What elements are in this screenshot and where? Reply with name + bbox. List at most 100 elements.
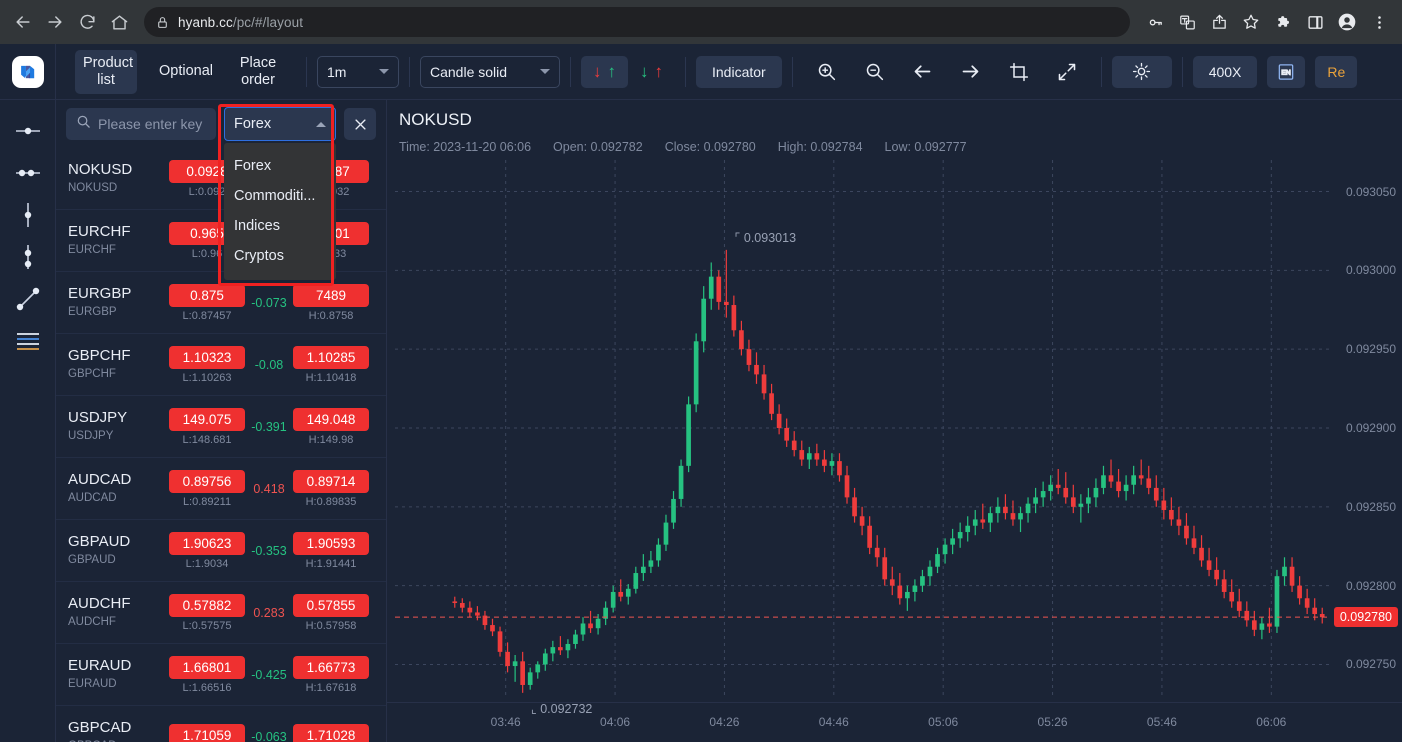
sort-up-down-button[interactable]: ↓ ↑ [628, 56, 675, 88]
indicator-button[interactable]: Indicator [696, 55, 782, 88]
symbol-high: H:0.57958 [305, 619, 357, 632]
symbol-panel-header: Forex Forex Commoditi... Indices Cryptos [56, 100, 386, 280]
symbol-bid[interactable]: 1.66801 L:1.66516 [164, 655, 250, 694]
search-box[interactable] [66, 108, 216, 140]
forward-arrow-icon[interactable] [40, 7, 70, 37]
home-icon[interactable] [104, 7, 134, 37]
expand-icon[interactable] [1050, 56, 1084, 88]
toolbar-items: Product list Optional Place order 1m Can… [56, 44, 1402, 99]
symbol-ask[interactable]: 0.57855 H:0.57958 [288, 593, 374, 632]
tab-place-order[interactable]: Place order [227, 50, 289, 94]
symbol-bid[interactable]: 1.10323 L:1.10263 [164, 345, 250, 384]
category-option-commodities[interactable]: Commoditi... [224, 181, 336, 211]
arrow-up-green-icon: ↑ [607, 62, 617, 81]
symbol-ask[interactable]: 7489 H:0.8758 [288, 283, 374, 322]
chart-plot-area[interactable]: 0.093050 0.093000 0.092950 0.092900 0.092850… [387, 154, 1402, 716]
symbol-code: GBPCAD [68, 719, 132, 736]
symbol-list[interactable]: NOKUSDNOKUSD0.0928L:0.09292787093032EURC… [56, 148, 386, 742]
symbol-name: EURGBP EURGBP [68, 285, 164, 320]
symbol-name: NOKUSD NOKUSD [68, 161, 164, 196]
symbol-bid[interactable]: 0.89756 L:0.89211 [164, 469, 250, 508]
browser-toolbar: hyanb.cc/pc/#/layout [0, 0, 1402, 44]
symbol-panel: Forex Forex Commoditi... Indices Cryptos… [56, 100, 387, 742]
kebab-menu-icon[interactable] [1364, 7, 1394, 37]
lock-icon [156, 16, 169, 29]
category-select-wrap: Forex Forex Commoditi... Indices Cryptos [224, 107, 336, 280]
category-option-forex[interactable]: Forex [224, 151, 336, 181]
symbol-name: GBPCHF GBPCHF [68, 347, 164, 382]
symbol-ask[interactable]: 149.048 H:149.98 [288, 407, 374, 446]
symbol-row[interactable]: EURGBP EURGBP 0.875 L:0.87457 -0.073 7489 H:0.… [56, 272, 386, 334]
leverage-button[interactable]: 400X [1192, 55, 1258, 88]
symbol-high: H:1.67618 [305, 681, 357, 694]
symbol-code: EURGBP [68, 285, 132, 302]
price-axis[interactable]: 0.093050 0.093000 0.092950 0.092900 0.092850… [1330, 154, 1402, 702]
crop-icon[interactable] [1002, 56, 1036, 88]
time-tick-label: 06:06 [1256, 715, 1287, 729]
bid-chip: 1.10323 [169, 345, 245, 369]
horizontal-segment-tool[interactable] [11, 160, 45, 186]
category-select[interactable]: Forex [224, 107, 336, 141]
category-option-indices[interactable]: Indices [224, 211, 336, 241]
symbol-high: H:149.98 [308, 433, 354, 446]
symbol-row[interactable]: GBPAUD GBPAUD 1.90623 L:1.9034 -0.353 1.90593… [56, 520, 386, 582]
back-arrow-icon[interactable] [8, 7, 38, 37]
address-bar[interactable]: hyanb.cc/pc/#/layout [144, 7, 1130, 37]
trend-line-tool[interactable] [11, 286, 45, 312]
close-panel-button[interactable] [344, 108, 376, 140]
symbol-bid[interactable]: 0.875 L:0.87457 [164, 283, 250, 322]
vertical-line-tool[interactable] [11, 202, 45, 228]
language-button[interactable]: EN [1267, 55, 1306, 88]
zoom-in-icon[interactable] [810, 56, 844, 88]
share-icon[interactable] [1204, 7, 1234, 37]
profile-avatar-icon[interactable] [1332, 7, 1362, 37]
bid-chip: 0.57882 [169, 593, 245, 617]
symbol-ask[interactable]: 1.66773 H:1.67618 [288, 655, 374, 694]
side-panel-icon[interactable] [1300, 7, 1330, 37]
symbol-row[interactable]: EURCHFEURCHF0.965L:0.969650196633 [56, 210, 386, 272]
symbol-ask[interactable]: 0.89714 H:0.89835 [288, 469, 374, 508]
symbol-row[interactable]: NOKUSDNOKUSD0.0928L:0.09292787093032 [56, 148, 386, 210]
translate-icon[interactable] [1172, 7, 1202, 37]
bid-chip: 1.71059 [169, 723, 245, 742]
theme-brightness-button[interactable] [1111, 55, 1172, 88]
symbol-bid[interactable]: 0.57882 L:0.57575 [164, 593, 250, 632]
extensions-puzzle-icon[interactable] [1268, 7, 1298, 37]
bookmark-star-icon[interactable] [1236, 7, 1266, 37]
symbol-row[interactable]: AUDCAD AUDCAD 0.89756 L:0.89211 0.418 0.89714… [56, 458, 386, 520]
reload-icon[interactable] [72, 7, 102, 37]
category-option-cryptos[interactable]: Cryptos [224, 241, 336, 271]
account-button[interactable]: Re [1315, 55, 1358, 88]
arrow-right-icon[interactable] [954, 56, 988, 88]
symbol-row[interactable]: AUDCHF AUDCHF 0.57882 L:0.57575 0.283 0.57855… [56, 582, 386, 644]
symbol-ask[interactable]: 1.71028 [288, 723, 374, 742]
tab-optional[interactable]: Optional [151, 58, 213, 85]
ask-chip: 1.71028 [293, 723, 369, 742]
symbol-ask[interactable]: 1.90593 H:1.91441 [288, 531, 374, 570]
arrow-left-icon[interactable] [906, 56, 940, 88]
symbol-ask[interactable]: 1.10285 H:1.10418 [288, 345, 374, 384]
symbol-bid[interactable]: 1.71059 [164, 723, 250, 742]
symbol-change: 0.418 [253, 481, 285, 496]
symbol-row[interactable]: GBPCHF GBPCHF 1.10323 L:1.10263 -0.08 1.10285… [56, 334, 386, 396]
vertical-segment-tool[interactable] [11, 244, 45, 270]
symbol-bid[interactable]: 1.90623 L:1.9034 [164, 531, 250, 570]
symbol-row[interactable]: GBPCADGBPCAD 1.71059 -0.063 1.71028 [56, 706, 386, 742]
symbol-sub: EURAUD [68, 678, 117, 690]
zoom-out-icon[interactable] [858, 56, 892, 88]
tab-product-list[interactable]: Product list [75, 49, 137, 94]
password-key-icon[interactable] [1140, 7, 1170, 37]
chart-type-select[interactable]: Candle solid [420, 55, 560, 88]
sort-down-up-button[interactable]: ↓ ↑ [581, 55, 628, 88]
divider [1100, 56, 1102, 87]
symbol-row[interactable]: EURAUD EURAUD 1.66801 L:1.66516 -0.425 1.6677… [56, 644, 386, 706]
logo-container[interactable] [0, 43, 56, 100]
fibonacci-tool[interactable] [11, 328, 45, 354]
category-value: Forex [234, 116, 272, 132]
period-select[interactable]: 1m [317, 55, 399, 88]
chevron-up-icon [316, 121, 326, 127]
symbol-bid[interactable]: 149.075 L:148.681 [164, 407, 250, 446]
horizontal-line-tool[interactable] [11, 118, 45, 144]
search-input[interactable] [98, 116, 206, 132]
symbol-row[interactable]: USDJPY USDJPY 149.075 L:148.681 -0.391 149.04… [56, 396, 386, 458]
